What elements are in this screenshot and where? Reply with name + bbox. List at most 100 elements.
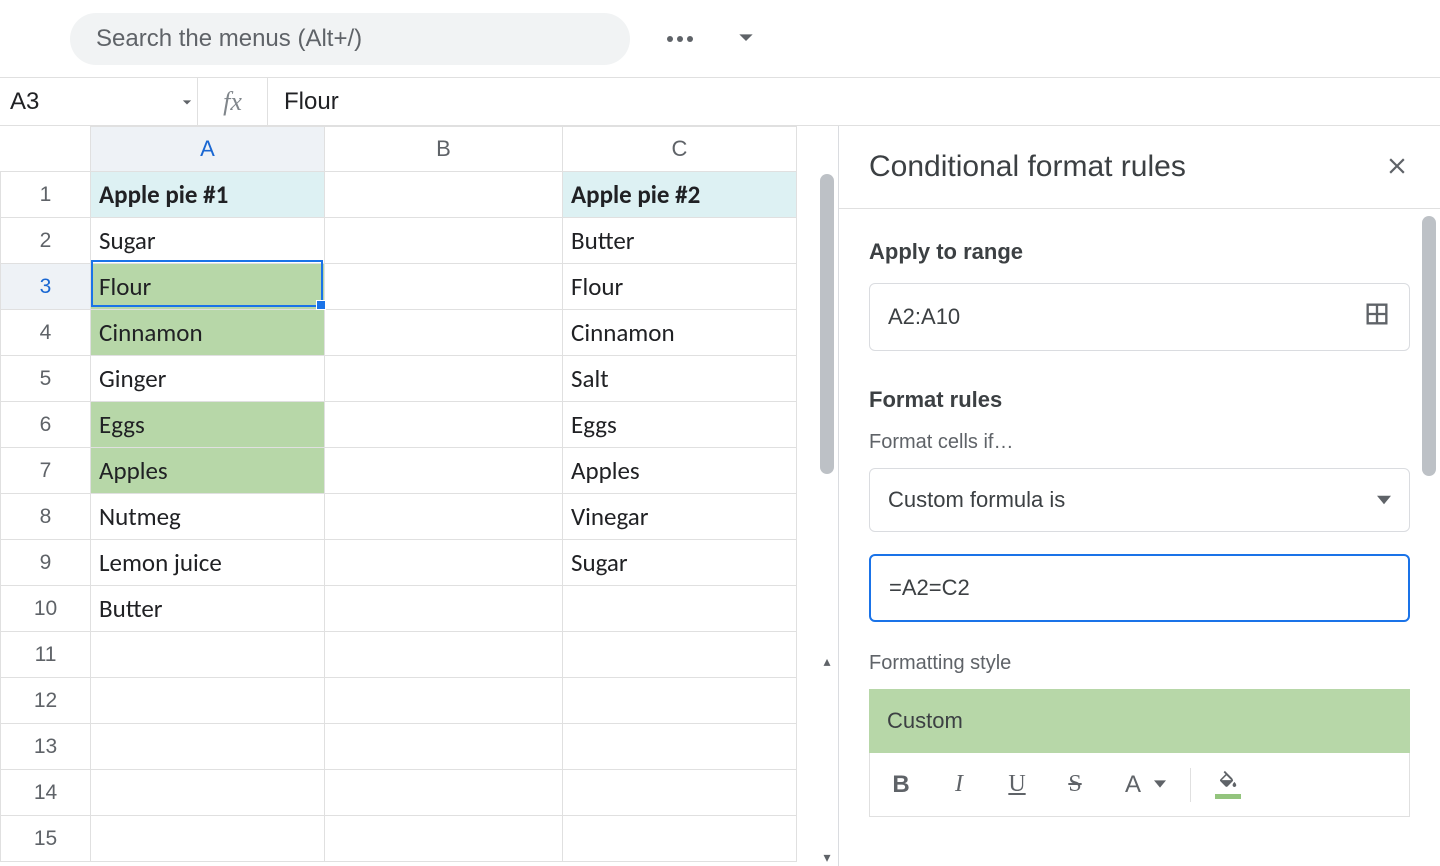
- sidebar-scrollbar[interactable]: [1418, 216, 1440, 486]
- underline-button[interactable]: U: [1000, 767, 1034, 803]
- table-row: 15: [1, 816, 797, 862]
- cell-A12[interactable]: [91, 678, 325, 724]
- cell-A7[interactable]: Apples: [91, 448, 325, 494]
- cell-A9[interactable]: Lemon juice: [91, 540, 325, 586]
- cell-C12[interactable]: [563, 678, 797, 724]
- cell-A1[interactable]: Apple pie #1: [91, 172, 325, 218]
- fill-color-button[interactable]: [1215, 770, 1247, 799]
- col-header-C[interactable]: C: [563, 127, 797, 172]
- strikethrough-button[interactable]: S: [1058, 767, 1092, 803]
- table-row: 7ApplesApples: [1, 448, 797, 494]
- cell-C4[interactable]: Cinnamon: [563, 310, 797, 356]
- cell-B1[interactable]: [325, 172, 563, 218]
- cell-A4[interactable]: Cinnamon: [91, 310, 325, 356]
- cell-A11[interactable]: [91, 632, 325, 678]
- scrollbar-thumb[interactable]: [820, 174, 834, 474]
- custom-formula-input[interactable]: =A2=C2: [869, 554, 1410, 622]
- row-header[interactable]: 10: [1, 586, 91, 632]
- condition-dropdown[interactable]: Custom formula is: [869, 468, 1410, 532]
- custom-formula-value: =A2=C2: [889, 575, 970, 601]
- cell-B6[interactable]: [325, 402, 563, 448]
- cell-B12[interactable]: [325, 678, 563, 724]
- row-header[interactable]: 12: [1, 678, 91, 724]
- cell-C9[interactable]: Sugar: [563, 540, 797, 586]
- cell-A15[interactable]: [91, 816, 325, 862]
- row-header[interactable]: 14: [1, 770, 91, 816]
- bold-button[interactable]: B: [884, 767, 918, 803]
- sidebar-header: Conditional format rules: [839, 126, 1440, 209]
- row-header[interactable]: 15: [1, 816, 91, 862]
- row-header[interactable]: 3: [1, 264, 91, 310]
- row-header[interactable]: 8: [1, 494, 91, 540]
- cell-B14[interactable]: [325, 770, 563, 816]
- cell-C13[interactable]: [563, 724, 797, 770]
- cell-A8[interactable]: Nutmeg: [91, 494, 325, 540]
- apply-to-range-field[interactable]: A2:A10: [869, 283, 1410, 351]
- conditional-format-sidebar: Conditional format rules Apply to range …: [838, 126, 1440, 866]
- cell-A6[interactable]: Eggs: [91, 402, 325, 448]
- cell-A13[interactable]: [91, 724, 325, 770]
- spreadsheet-grid[interactable]: A B C 1Apple pie #1Apple pie #22SugarBut…: [0, 126, 797, 862]
- more-icon[interactable]: [660, 19, 700, 59]
- row-header[interactable]: 13: [1, 724, 91, 770]
- table-row: 3FlourFlour: [1, 264, 797, 310]
- cell-C11[interactable]: [563, 632, 797, 678]
- cell-B8[interactable]: [325, 494, 563, 540]
- cell-B15[interactable]: [325, 816, 563, 862]
- cell-C8[interactable]: Vinegar: [563, 494, 797, 540]
- table-row: 12: [1, 678, 797, 724]
- cell-A3[interactable]: Flour: [91, 264, 325, 310]
- cell-B5[interactable]: [325, 356, 563, 402]
- cell-C1[interactable]: Apple pie #2: [563, 172, 797, 218]
- table-row: 4CinnamonCinnamon: [1, 310, 797, 356]
- cell-B11[interactable]: [325, 632, 563, 678]
- italic-button[interactable]: I: [942, 767, 976, 803]
- cell-C5[interactable]: Salt: [563, 356, 797, 402]
- text-color-button[interactable]: A: [1116, 767, 1166, 803]
- scrollbar-thumb[interactable]: [1422, 216, 1436, 476]
- cell-C14[interactable]: [563, 770, 797, 816]
- cell-B13[interactable]: [325, 724, 563, 770]
- row-header[interactable]: 9: [1, 540, 91, 586]
- cell-C3[interactable]: Flour: [563, 264, 797, 310]
- search-menus-input[interactable]: Search the menus (Alt+/): [70, 13, 630, 65]
- vertical-scrollbar[interactable]: ▴ ▾: [816, 170, 838, 866]
- select-all-corner[interactable]: [1, 127, 91, 172]
- cell-C15[interactable]: [563, 816, 797, 862]
- select-range-icon[interactable]: [1363, 300, 1391, 334]
- cell-C6[interactable]: Eggs: [563, 402, 797, 448]
- chevron-down-icon[interactable]: [730, 21, 762, 56]
- cell-B9[interactable]: [325, 540, 563, 586]
- grid-body: 1Apple pie #1Apple pie #22SugarButter3Fl…: [1, 172, 797, 862]
- formula-bar-input[interactable]: Flour: [268, 88, 1440, 116]
- caret-down-icon: [177, 92, 197, 112]
- row-header[interactable]: 11: [1, 632, 91, 678]
- cell-B4[interactable]: [325, 310, 563, 356]
- scroll-up-arrow-icon[interactable]: ▴: [823, 653, 830, 670]
- row-header[interactable]: 6: [1, 402, 91, 448]
- col-header-A[interactable]: A: [91, 127, 325, 172]
- row-header[interactable]: 5: [1, 356, 91, 402]
- cell-C2[interactable]: Butter: [563, 218, 797, 264]
- cell-C10[interactable]: [563, 586, 797, 632]
- scroll-down-arrow-icon[interactable]: ▾: [823, 849, 830, 866]
- row-header[interactable]: 4: [1, 310, 91, 356]
- close-button[interactable]: [1384, 153, 1410, 182]
- name-box[interactable]: A3: [0, 78, 198, 125]
- row-header[interactable]: 2: [1, 218, 91, 264]
- row-header[interactable]: 7: [1, 448, 91, 494]
- format-cells-if-label: Format cells if…: [869, 431, 1410, 454]
- col-header-B[interactable]: B: [325, 127, 563, 172]
- cell-B10[interactable]: [325, 586, 563, 632]
- cell-B3[interactable]: [325, 264, 563, 310]
- cell-B7[interactable]: [325, 448, 563, 494]
- row-header[interactable]: 1: [1, 172, 91, 218]
- cell-A10[interactable]: Butter: [91, 586, 325, 632]
- cell-B2[interactable]: [325, 218, 563, 264]
- cell-C7[interactable]: Apples: [563, 448, 797, 494]
- cell-A5[interactable]: Ginger: [91, 356, 325, 402]
- search-placeholder-text: Search the menus (Alt+/): [96, 25, 362, 53]
- cell-A2[interactable]: Sugar: [91, 218, 325, 264]
- cell-A14[interactable]: [91, 770, 325, 816]
- format-style-preview[interactable]: Custom: [869, 689, 1410, 753]
